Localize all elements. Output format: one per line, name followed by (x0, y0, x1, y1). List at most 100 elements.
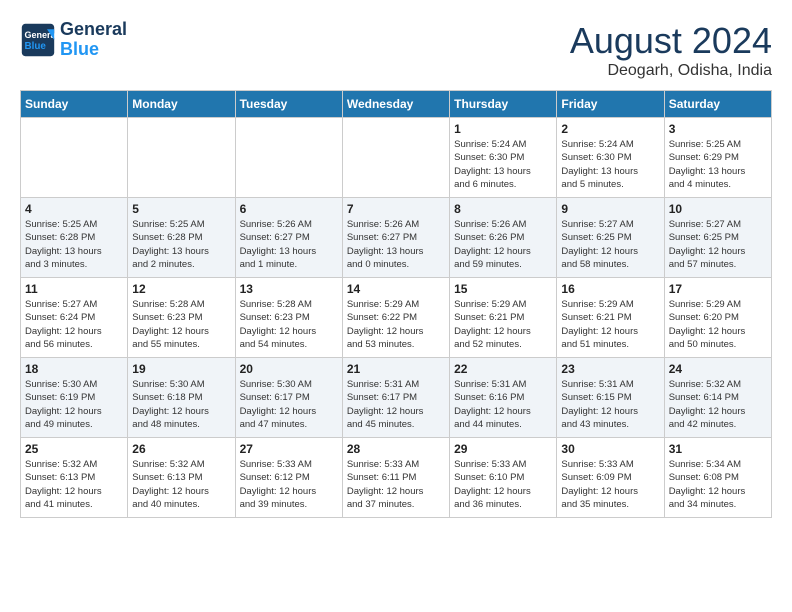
day-info: Sunrise: 5:32 AM Sunset: 6:14 PM Dayligh… (669, 378, 767, 431)
calendar-cell: 5 Sunrise: 5:25 AM Sunset: 6:28 PM Daylig… (128, 198, 235, 278)
calendar-cell: 22 Sunrise: 5:31 AM Sunset: 6:16 PM Dayli… (450, 358, 557, 438)
day-info: Sunrise: 5:28 AM Sunset: 6:23 PM Dayligh… (132, 298, 230, 351)
day-number: 2 (561, 122, 659, 136)
month-title: August 2024 (570, 20, 772, 62)
day-info: Sunrise: 5:33 AM Sunset: 6:10 PM Dayligh… (454, 458, 552, 511)
day-info: Sunrise: 5:29 AM Sunset: 6:21 PM Dayligh… (561, 298, 659, 351)
calendar-header: SundayMondayTuesdayWednesdayThursdayFrid… (21, 91, 772, 118)
calendar-table: SundayMondayTuesdayWednesdayThursdayFrid… (20, 90, 772, 518)
day-info: Sunrise: 5:30 AM Sunset: 6:19 PM Dayligh… (25, 378, 123, 431)
weekday-friday: Friday (557, 91, 664, 118)
location-subtitle: Deogarh, Odisha, India (570, 62, 772, 80)
calendar-cell: 9 Sunrise: 5:27 AM Sunset: 6:25 PM Daylig… (557, 198, 664, 278)
calendar-cell: 11Sunrise: 5:27 AM Sunset: 6:24 PM Dayli… (21, 278, 128, 358)
calendar-week-row: 1 Sunrise: 5:24 AM Sunset: 6:30 PM Daylig… (21, 118, 772, 198)
day-number: 3 (669, 122, 767, 136)
day-info: Sunrise: 5:33 AM Sunset: 6:12 PM Dayligh… (240, 458, 338, 511)
day-info: Sunrise: 5:30 AM Sunset: 6:18 PM Dayligh… (132, 378, 230, 431)
day-info: Sunrise: 5:27 AM Sunset: 6:24 PM Dayligh… (25, 298, 123, 351)
calendar-cell: 26 Sunrise: 5:32 AM Sunset: 6:13 PM Dayli… (128, 438, 235, 518)
day-number: 8 (454, 202, 552, 216)
day-info: Sunrise: 5:31 AM Sunset: 6:17 PM Dayligh… (347, 378, 445, 431)
calendar-cell: 28 Sunrise: 5:33 AM Sunset: 6:11 PM Dayli… (342, 438, 449, 518)
page-header: General Blue General Blue August 2024 De… (20, 20, 772, 80)
calendar-cell: 25 Sunrise: 5:32 AM Sunset: 6:13 PM Dayli… (21, 438, 128, 518)
weekday-thursday: Thursday (450, 91, 557, 118)
calendar-cell: 19Sunrise: 5:30 AM Sunset: 6:18 PM Dayli… (128, 358, 235, 438)
day-number: 23 (561, 362, 659, 376)
calendar-cell: 31 Sunrise: 5:34 AM Sunset: 6:08 PM Dayli… (664, 438, 771, 518)
day-info: Sunrise: 5:29 AM Sunset: 6:21 PM Dayligh… (454, 298, 552, 351)
day-number: 25 (25, 442, 123, 456)
calendar-cell: 6 Sunrise: 5:26 AM Sunset: 6:27 PM Daylig… (235, 198, 342, 278)
calendar-cell: 14 Sunrise: 5:29 AM Sunset: 6:22 PM Dayli… (342, 278, 449, 358)
day-number: 10 (669, 202, 767, 216)
calendar-cell: 23 Sunrise: 5:31 AM Sunset: 6:15 PM Dayli… (557, 358, 664, 438)
day-info: Sunrise: 5:25 AM Sunset: 6:28 PM Dayligh… (132, 218, 230, 271)
day-number: 29 (454, 442, 552, 456)
day-number: 31 (669, 442, 767, 456)
calendar-cell (128, 118, 235, 198)
day-number: 24 (669, 362, 767, 376)
day-number: 6 (240, 202, 338, 216)
weekday-sunday: Sunday (21, 91, 128, 118)
calendar-cell: 24 Sunrise: 5:32 AM Sunset: 6:14 PM Dayli… (664, 358, 771, 438)
svg-text:Blue: Blue (25, 41, 47, 52)
day-info: Sunrise: 5:34 AM Sunset: 6:08 PM Dayligh… (669, 458, 767, 511)
day-info: Sunrise: 5:33 AM Sunset: 6:09 PM Dayligh… (561, 458, 659, 511)
day-number: 4 (25, 202, 123, 216)
calendar-week-row: 11Sunrise: 5:27 AM Sunset: 6:24 PM Dayli… (21, 278, 772, 358)
day-info: Sunrise: 5:24 AM Sunset: 6:30 PM Dayligh… (454, 138, 552, 191)
day-info: Sunrise: 5:30 AM Sunset: 6:17 PM Dayligh… (240, 378, 338, 431)
calendar-cell: 21 Sunrise: 5:31 AM Sunset: 6:17 PM Dayli… (342, 358, 449, 438)
calendar-cell: 4Sunrise: 5:25 AM Sunset: 6:28 PM Daylig… (21, 198, 128, 278)
calendar-cell (342, 118, 449, 198)
day-info: Sunrise: 5:32 AM Sunset: 6:13 PM Dayligh… (25, 458, 123, 511)
title-block: August 2024 Deogarh, Odisha, India (570, 20, 772, 80)
day-info: Sunrise: 5:32 AM Sunset: 6:13 PM Dayligh… (132, 458, 230, 511)
calendar-cell: 1 Sunrise: 5:24 AM Sunset: 6:30 PM Daylig… (450, 118, 557, 198)
calendar-cell: 27 Sunrise: 5:33 AM Sunset: 6:12 PM Dayli… (235, 438, 342, 518)
calendar-cell: 7Sunrise: 5:26 AM Sunset: 6:27 PM Daylig… (342, 198, 449, 278)
calendar-cell: 30 Sunrise: 5:33 AM Sunset: 6:09 PM Dayli… (557, 438, 664, 518)
day-number: 13 (240, 282, 338, 296)
day-number: 5 (132, 202, 230, 216)
day-number: 1 (454, 122, 552, 136)
calendar-cell: 13Sunrise: 5:28 AM Sunset: 6:23 PM Dayli… (235, 278, 342, 358)
weekday-header-row: SundayMondayTuesdayWednesdayThursdayFrid… (21, 91, 772, 118)
day-info: Sunrise: 5:33 AM Sunset: 6:11 PM Dayligh… (347, 458, 445, 511)
day-info: Sunrise: 5:26 AM Sunset: 6:27 PM Dayligh… (240, 218, 338, 271)
logo-icon: General Blue (20, 22, 56, 58)
day-info: Sunrise: 5:31 AM Sunset: 6:16 PM Dayligh… (454, 378, 552, 431)
day-number: 22 (454, 362, 552, 376)
day-info: Sunrise: 5:31 AM Sunset: 6:15 PM Dayligh… (561, 378, 659, 431)
weekday-monday: Monday (128, 91, 235, 118)
day-number: 15 (454, 282, 552, 296)
day-number: 14 (347, 282, 445, 296)
weekday-wednesday: Wednesday (342, 91, 449, 118)
calendar-week-row: 18Sunrise: 5:30 AM Sunset: 6:19 PM Dayli… (21, 358, 772, 438)
calendar-cell: 29 Sunrise: 5:33 AM Sunset: 6:10 PM Dayli… (450, 438, 557, 518)
logo-text: General Blue (60, 20, 127, 60)
calendar-week-row: 4 Sunrise: 5:25 AM Sunset: 6:28 PM Daylig… (21, 198, 772, 278)
day-number: 30 (561, 442, 659, 456)
day-info: Sunrise: 5:29 AM Sunset: 6:20 PM Dayligh… (669, 298, 767, 351)
day-info: Sunrise: 5:27 AM Sunset: 6:25 PM Dayligh… (561, 218, 659, 271)
calendar-cell: 2Sunrise: 5:24 AM Sunset: 6:30 PM Daylig… (557, 118, 664, 198)
day-number: 27 (240, 442, 338, 456)
weekday-saturday: Saturday (664, 91, 771, 118)
calendar-cell: 15 Sunrise: 5:29 AM Sunset: 6:21 PM Dayli… (450, 278, 557, 358)
day-number: 17 (669, 282, 767, 296)
day-number: 21 (347, 362, 445, 376)
day-number: 28 (347, 442, 445, 456)
calendar-cell: 18Sunrise: 5:30 AM Sunset: 6:19 PM Dayli… (21, 358, 128, 438)
day-info: Sunrise: 5:29 AM Sunset: 6:22 PM Dayligh… (347, 298, 445, 351)
day-number: 26 (132, 442, 230, 456)
day-number: 12 (132, 282, 230, 296)
day-number: 9 (561, 202, 659, 216)
calendar-cell: 8Sunrise: 5:26 AM Sunset: 6:26 PM Daylig… (450, 198, 557, 278)
calendar-cell: 20Sunrise: 5:30 AM Sunset: 6:17 PM Dayli… (235, 358, 342, 438)
logo: General Blue General Blue (20, 20, 127, 60)
day-info: Sunrise: 5:27 AM Sunset: 6:25 PM Dayligh… (669, 218, 767, 271)
calendar-cell (21, 118, 128, 198)
